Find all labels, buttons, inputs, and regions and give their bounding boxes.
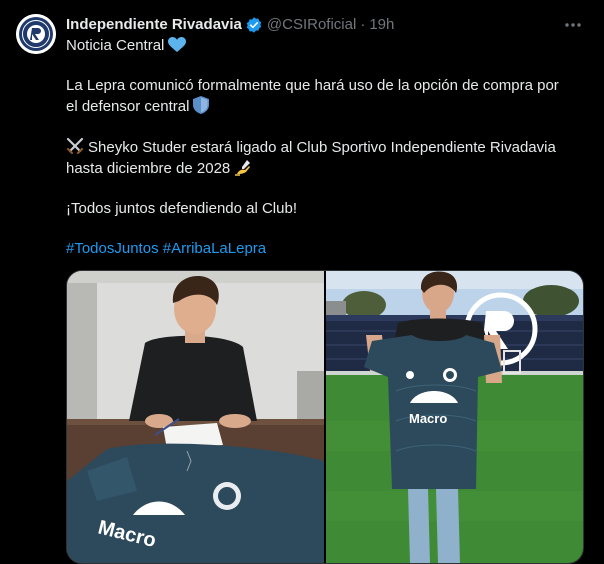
more-options-button[interactable]	[560, 12, 586, 38]
hashtag-links[interactable]: #TodosJuntos #ArribaLaLepra	[66, 239, 586, 259]
tweet-line: hasta diciembre de 2028	[66, 158, 586, 179]
signing-photo-image: Macro	[67, 271, 324, 563]
jersey-sponsor-text: Macro	[409, 411, 447, 426]
tweet-line: La Lepra comunicó formalmente que hará u…	[66, 77, 559, 94]
tweet-line: ¡Todos juntos defendiendo al Club!	[66, 200, 297, 217]
tweet-timestamp[interactable]: 19h	[369, 15, 394, 35]
light-blue-heart-icon	[168, 37, 187, 52]
club-crest-logo	[16, 14, 56, 54]
photo-signing[interactable]: Macro	[67, 271, 324, 563]
tweet-card[interactable]: Independiente Rivadavia @CSIRoficial · 1…	[0, 0, 604, 564]
tweet-line: el defensor central	[66, 96, 586, 117]
tweet-line: Noticia Central	[66, 36, 586, 56]
writing-hand-icon	[235, 160, 251, 176]
tweet-text-segment: Sheyko Studer estará ligado al Club Spor…	[88, 139, 556, 156]
crossed-swords-icon	[66, 137, 84, 155]
author-avatar[interactable]	[16, 14, 56, 54]
author-name[interactable]: Independiente Rivadavia	[66, 15, 242, 35]
shield-icon	[193, 96, 210, 114]
tweet-text: Noticia Central La Lepra comunicó formal…	[66, 36, 586, 259]
tweet-line: Sheyko Studer estará ligado al Club Spor…	[66, 137, 586, 158]
photo-presentation[interactable]: Macro	[326, 271, 583, 563]
tweet-text-segment: el defensor central	[66, 98, 190, 115]
header-separator: ·	[360, 16, 366, 33]
verified-badge-icon	[246, 17, 262, 33]
tweet-text-segment: hasta diciembre de 2028	[66, 160, 231, 177]
tweet-media[interactable]: Macro Macro	[66, 270, 584, 564]
tweet-header: Independiente Rivadavia @CSIRoficial · 1…	[66, 14, 394, 36]
author-handle[interactable]: @CSIRoficial	[267, 15, 356, 35]
tweet-text-segment: Noticia Central	[66, 37, 165, 54]
presentation-photo-image: Macro	[326, 271, 583, 563]
more-icon	[565, 23, 581, 27]
